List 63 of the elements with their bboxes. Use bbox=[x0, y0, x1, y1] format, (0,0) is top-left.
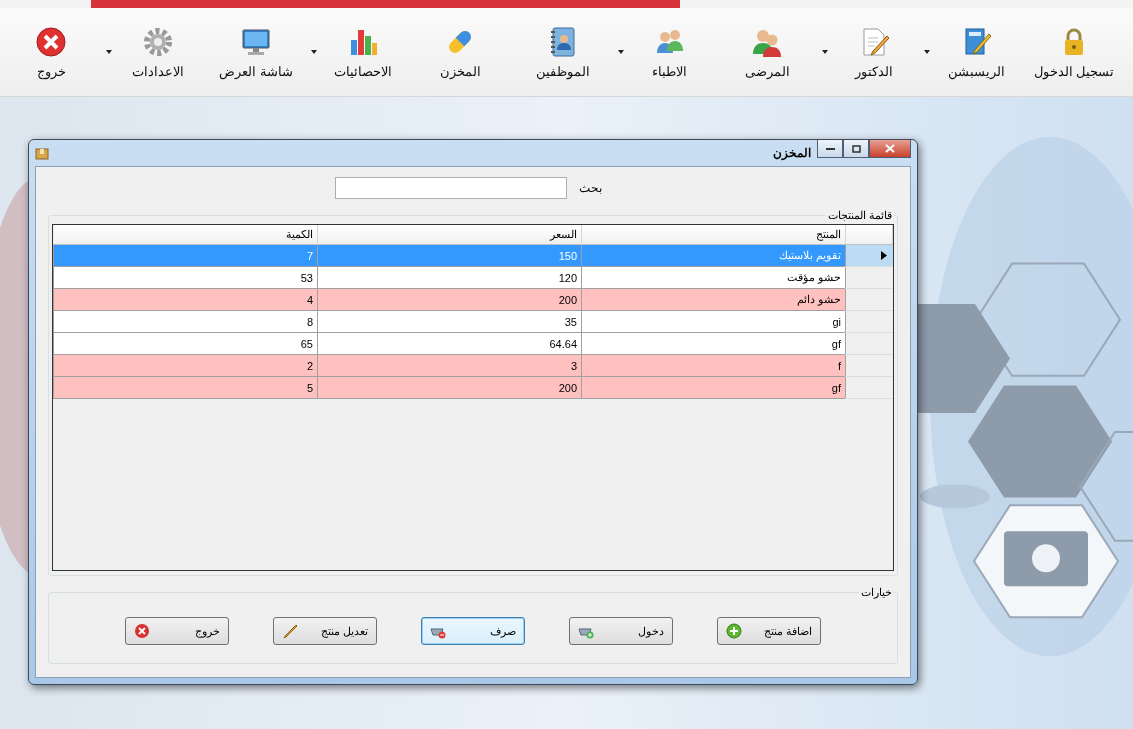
gear-icon bbox=[142, 25, 175, 58]
table-cell: 64.64 bbox=[317, 332, 582, 355]
toolbar-button[interactable]: تسجيل الدخول bbox=[1022, 21, 1125, 83]
dropdown-caret-icon[interactable] bbox=[924, 50, 931, 54]
table-cell: 200 bbox=[317, 288, 582, 311]
action-button[interactable]: خروج bbox=[125, 617, 229, 645]
table-cell: تقويم بلاستيك bbox=[581, 244, 846, 267]
table-cell: 5 bbox=[53, 376, 318, 399]
column-header[interactable]: الكمية bbox=[53, 225, 318, 245]
toolbar-button[interactable]: المرضى bbox=[715, 21, 819, 83]
toolbar-button[interactable]: خروج bbox=[0, 21, 103, 83]
table-cell: حشو مؤقت bbox=[581, 266, 846, 289]
toolbar-button[interactable]: الدكتور bbox=[828, 21, 921, 83]
table-cell: gf bbox=[581, 332, 846, 355]
toolbar-button[interactable]: الاحصائيات bbox=[316, 21, 410, 83]
dropdown-caret-icon[interactable] bbox=[617, 50, 624, 54]
table-cell: 150 bbox=[317, 244, 582, 267]
search-field[interactable] bbox=[334, 177, 567, 199]
header-corner bbox=[845, 225, 893, 245]
table-cell: gf bbox=[581, 376, 846, 399]
action-button[interactable]: صرف bbox=[421, 617, 525, 645]
minimize-button[interactable] bbox=[817, 140, 843, 158]
box-icon bbox=[35, 146, 49, 160]
table-cell: 4 bbox=[53, 288, 318, 311]
current-row-icon bbox=[880, 250, 887, 260]
dropdown-caret-icon[interactable] bbox=[310, 50, 317, 54]
table-cell: 53 bbox=[53, 266, 318, 289]
table-cell: 7 bbox=[53, 244, 318, 267]
group-title: خيارات bbox=[860, 586, 893, 599]
column-header[interactable]: السعر bbox=[317, 225, 582, 245]
pencil-icon bbox=[282, 623, 298, 639]
search-label: بحث bbox=[578, 181, 602, 195]
table-cell: 65 bbox=[53, 332, 318, 355]
table-cell: f bbox=[581, 354, 846, 377]
table-cell: 200 bbox=[317, 376, 582, 399]
dropdown-caret-icon[interactable] bbox=[822, 50, 829, 54]
close-icon bbox=[885, 144, 895, 153]
column-header[interactable]: المنتج bbox=[581, 225, 846, 245]
table-cell: gi bbox=[581, 310, 846, 333]
table-cell: 35 bbox=[317, 310, 582, 333]
action-button[interactable]: دخول bbox=[569, 617, 673, 645]
add-icon bbox=[726, 623, 742, 639]
close-icon bbox=[35, 25, 68, 58]
table-cell: 120 bbox=[317, 266, 582, 289]
table-cell: 8 bbox=[53, 310, 318, 333]
maximize-button[interactable] bbox=[843, 140, 869, 158]
table-cell: 3 bbox=[317, 354, 582, 377]
action-button[interactable]: اضافة منتج bbox=[717, 617, 821, 645]
toolbar-button[interactable]: شاشة العرض bbox=[204, 21, 307, 83]
toolbar-button[interactable]: الريسبشن bbox=[930, 21, 1023, 83]
table-cell: حشو دائم bbox=[581, 288, 846, 311]
action-button[interactable]: تعديل منتج bbox=[273, 617, 377, 645]
group-title: قائمة المنتجات bbox=[826, 209, 893, 222]
table-cell: 2 bbox=[53, 354, 318, 377]
toolbar-button[interactable]: الاطباء bbox=[623, 21, 716, 83]
toolbar-button[interactable]: المخزن bbox=[409, 21, 512, 83]
close-button[interactable] bbox=[869, 140, 911, 158]
toolbar-button[interactable]: الاعدادات bbox=[112, 21, 205, 83]
close-icon bbox=[134, 623, 150, 639]
toolbar-button[interactable]: الموظفين bbox=[511, 21, 614, 83]
maximize-icon bbox=[851, 144, 861, 153]
dropdown-caret-icon[interactable] bbox=[106, 50, 113, 54]
window-title: المخزن bbox=[773, 146, 811, 160]
